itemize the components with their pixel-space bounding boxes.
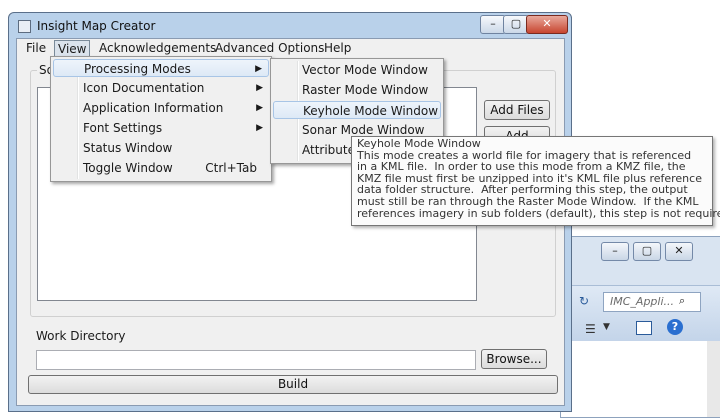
add-files-button[interactable]: Add Files [484,100,550,120]
search-icon[interactable]: ⌕ [679,294,685,308]
submenu-arrow-icon: ▶ [255,64,262,74]
menu-file[interactable]: File [23,40,49,56]
tooltip-title: Keyhole Mode Window [357,137,481,150]
menu-item-processing-modes[interactable]: Processing Modes ▶ [53,59,269,77]
app-icon[interactable] [18,20,31,33]
bg-search-input[interactable]: IMC_Appli... [603,292,701,312]
bg-toolbar: ↻ IMC_Appli... ⌕ ☰ ▼ ? [561,285,720,342]
menu-advanced-options[interactable]: Advanced Options [212,40,327,56]
shortcut-label: Ctrl+Tab [205,161,257,175]
menu-item-keyhole-mode-window[interactable]: Keyhole Mode Window [273,101,441,119]
menu-item-application-information[interactable]: Application Information ▶ [53,99,269,117]
menu-acknowledgements[interactable]: Acknowledgements [96,40,219,56]
bg-minimize-button[interactable]: – [601,242,629,261]
window-title: Insight Map Creator [37,19,156,33]
chevron-down-icon[interactable]: ▼ [603,322,610,332]
work-directory-label: Work Directory [36,329,126,343]
submenu-arrow-icon: ▶ [256,103,263,113]
bg-scrollbar[interactable] [707,341,720,417]
menu-item-label: Raster Mode Window [302,83,429,97]
menu-item-label: Processing Modes [84,62,191,76]
work-directory-input[interactable] [36,350,476,370]
menu-item-label: Status Window [83,141,173,155]
menu-item-raster-mode-window[interactable]: Raster Mode Window [273,81,441,99]
menu-item-icon-documentation[interactable]: Icon Documentation ▶ [53,79,269,97]
menu-item-label: Font Settings [83,121,163,135]
close-button[interactable]: ✕ [526,15,568,34]
bg-close-button[interactable]: ✕ [665,242,693,261]
title-bar[interactable]: Insight Map Creator – ▢ ✕ [9,13,571,39]
view-menu: Processing Modes ▶ Icon Documentation ▶ … [50,56,272,182]
menu-item-status-window[interactable]: Status Window [53,139,269,157]
bg-content-area [561,341,707,417]
tooltip-line: references imagery in sub folders (defau… [357,206,720,220]
preview-pane-icon[interactable] [636,321,652,335]
submenu-arrow-icon: ▶ [256,123,263,133]
background-explorer-window: – ▢ ✕ ↻ IMC_Appli... ⌕ ☰ ▼ ? [560,236,720,418]
bg-maximize-button[interactable]: ▢ [633,242,661,261]
help-icon[interactable]: ? [667,319,683,335]
menu-item-label: Icon Documentation [83,81,205,95]
menu-item-vector-mode-window[interactable]: Vector Mode Window [273,61,441,79]
menu-item-font-settings[interactable]: Font Settings ▶ [53,119,269,137]
menu-help[interactable]: Help [321,40,354,56]
build-button[interactable]: Build [28,375,558,394]
menu-item-label: Vector Mode Window [302,63,428,77]
browse-button[interactable]: Browse... [481,349,547,369]
menu-item-label: Toggle Window [83,161,173,175]
tooltip-line: must still be ran through the Raster Mod… [357,194,699,208]
menu-item-label: Application Information [83,101,224,115]
menu-item-toggle-window[interactable]: Toggle Window Ctrl+Tab [53,159,269,177]
refresh-icon[interactable]: ↻ [579,294,589,308]
submenu-arrow-icon: ▶ [256,83,263,93]
menu-item-label: Keyhole Mode Window [303,104,439,118]
keyhole-mode-tooltip: Keyhole Mode Window This mode creates a w… [351,136,720,226]
view-options-icon[interactable]: ☰ [585,322,596,336]
